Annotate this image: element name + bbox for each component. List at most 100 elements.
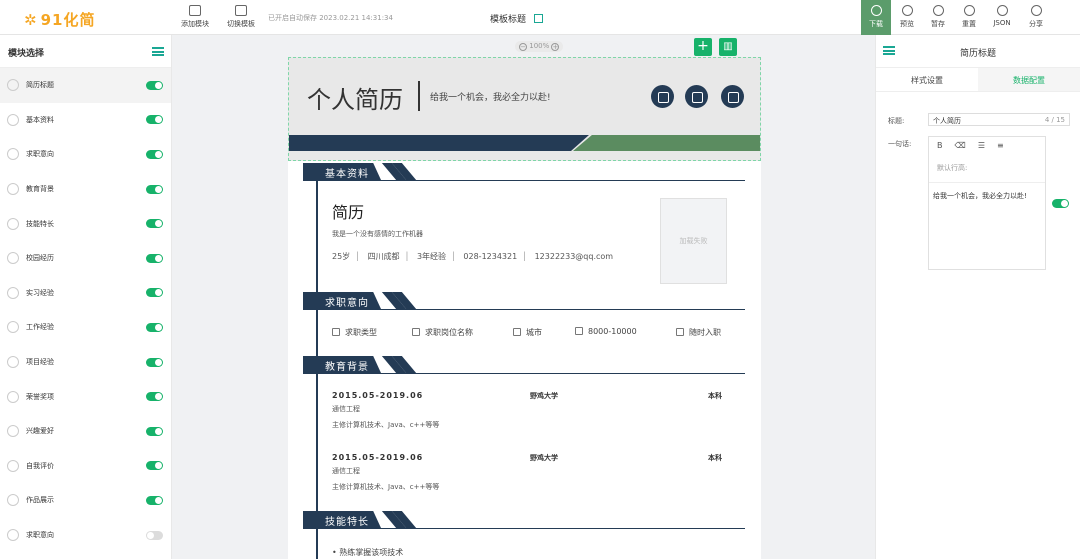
numbered-list-icon[interactable]: ≡ bbox=[997, 141, 1004, 150]
title-field-label: 标题: bbox=[888, 117, 905, 125]
share-button[interactable]: 分享 bbox=[1021, 5, 1051, 29]
module-item[interactable]: 基本资料 bbox=[0, 103, 171, 138]
add-section-button[interactable]: + bbox=[694, 38, 712, 56]
rich-text-editor[interactable]: B ⌫ ☰ ≡ 默认行高: 给我一个机会，我必全力以赴! bbox=[928, 136, 1046, 270]
module-toggle[interactable] bbox=[146, 426, 163, 436]
editor-toolbar: B ⌫ ☰ ≡ bbox=[929, 137, 1045, 155]
candidate-info: 25岁 │ 四川成都 │ 3年经验 │ 028-1234321 │ 12322233@q… bbox=[332, 252, 614, 261]
edu-courses: 主修计算机技术、Java、c++等等 bbox=[332, 483, 440, 491]
bold-icon[interactable]: B bbox=[937, 141, 943, 150]
module-label: 校园经历 bbox=[26, 254, 54, 263]
module-label: 实习经验 bbox=[26, 288, 54, 297]
module-item[interactable]: 技能特长 bbox=[0, 206, 171, 241]
job-salary: 8000-10000 bbox=[575, 327, 637, 336]
download-label: 下载 bbox=[869, 20, 883, 28]
module-label: 工作经验 bbox=[26, 323, 54, 332]
preview-button[interactable]: 预览 bbox=[892, 5, 922, 29]
logo[interactable]: ✲ 91化简 bbox=[24, 9, 95, 30]
zoom-in-icon[interactable]: + bbox=[551, 43, 560, 51]
module-toggle[interactable] bbox=[146, 115, 163, 125]
module-icon bbox=[7, 494, 19, 507]
download-button[interactable]: 下载 bbox=[861, 0, 891, 35]
module-item[interactable]: 自我评价 bbox=[0, 449, 171, 484]
add-module-button[interactable]: 添加模块 bbox=[181, 5, 209, 29]
module-icon bbox=[7, 286, 19, 299]
age: 25岁 bbox=[332, 252, 351, 261]
module-toggle[interactable] bbox=[146, 253, 163, 263]
module-item[interactable]: 工作经验 bbox=[0, 310, 171, 345]
module-toggle[interactable] bbox=[146, 392, 163, 402]
module-toggle[interactable] bbox=[146, 219, 163, 229]
module-toggle[interactable] bbox=[146, 461, 163, 471]
edu-degree: 本科 bbox=[708, 454, 722, 462]
module-label: 兴趣爱好 bbox=[26, 427, 54, 436]
bullet-list-icon[interactable]: ☰ bbox=[978, 141, 985, 150]
reset-label: 重置 bbox=[962, 20, 976, 28]
candidate-intro: 我是一个没有感情的工作机器 bbox=[332, 230, 423, 238]
sentence-toggle[interactable] bbox=[1052, 199, 1069, 208]
eraser-icon[interactable]: ⌫ bbox=[955, 141, 966, 150]
logo-text: 91化简 bbox=[40, 11, 96, 29]
experience: 3年经验 bbox=[416, 252, 447, 261]
reset-button[interactable]: 重置 bbox=[954, 5, 984, 29]
module-label: 作品展示 bbox=[26, 496, 54, 505]
module-toggle[interactable] bbox=[146, 357, 163, 367]
module-toggle[interactable] bbox=[146, 530, 163, 540]
module-item[interactable]: 实习经验 bbox=[0, 276, 171, 311]
module-item[interactable]: 兴趣爱好 bbox=[0, 414, 171, 449]
template-title[interactable]: 模板标题 bbox=[490, 12, 544, 25]
module-panel-title: 模块选择 bbox=[8, 49, 45, 59]
module-item[interactable]: 作品展示 bbox=[0, 483, 171, 518]
cloud-download-icon bbox=[870, 5, 882, 16]
target-icon bbox=[412, 328, 420, 336]
title-input[interactable]: 个人简历 4 / 15 bbox=[928, 113, 1070, 126]
module-toggle[interactable] bbox=[146, 322, 163, 332]
section-label: 技能特长 bbox=[303, 511, 381, 528]
module-icon bbox=[7, 529, 19, 542]
module-toggle[interactable] bbox=[146, 184, 163, 194]
module-toggle[interactable] bbox=[146, 149, 163, 159]
module-toggle[interactable] bbox=[146, 80, 163, 90]
resume-header[interactable]: 个人简历 给我一个机会，我必全力以赴! bbox=[288, 57, 761, 161]
title-divider bbox=[418, 81, 420, 111]
module-item[interactable]: 教育背景 bbox=[0, 172, 171, 207]
json-button[interactable]: JSON bbox=[987, 5, 1017, 27]
module-item[interactable]: 荣誉奖项 bbox=[0, 379, 171, 414]
switch-template-button[interactable]: 切换模板 bbox=[227, 5, 255, 29]
edit-icon[interactable] bbox=[534, 14, 544, 23]
editor-content[interactable]: 给我一个机会，我必全力以赴! bbox=[929, 183, 1045, 209]
char-count: 4 / 15 bbox=[1044, 116, 1065, 124]
module-item[interactable]: 求职意向 bbox=[0, 137, 171, 172]
module-icon bbox=[7, 425, 19, 438]
eye-icon bbox=[901, 5, 913, 16]
graduation-cap-icon bbox=[651, 85, 674, 108]
collapse-menu-icon[interactable] bbox=[883, 46, 895, 55]
candidate-photo[interactable]: 加载失败 bbox=[660, 198, 727, 284]
config-panel: 简历标题 样式设置 数据配置 标题: 个人简历 4 / 15 一句话: B ⌫ ☰ ≡ … bbox=[875, 35, 1080, 559]
module-item[interactable]: 简历标题 bbox=[0, 68, 171, 103]
collapse-menu-icon[interactable] bbox=[152, 47, 164, 56]
inbox-icon bbox=[932, 5, 944, 16]
module-toggle[interactable] bbox=[146, 288, 163, 298]
module-item[interactable]: 求职意向 bbox=[0, 518, 171, 553]
cloud-icon bbox=[996, 5, 1008, 16]
job-availability-text: 随时入职 bbox=[689, 328, 721, 337]
delete-section-button[interactable]: ▥ bbox=[719, 38, 737, 56]
module-toggle[interactable] bbox=[146, 495, 163, 505]
config-tabs: 样式设置 数据配置 bbox=[876, 68, 1080, 92]
tab-style-settings[interactable]: 样式设置 bbox=[876, 68, 978, 91]
config-panel-header: 简历标题 bbox=[876, 35, 1080, 68]
module-label: 简历标题 bbox=[26, 81, 54, 90]
briefcase-icon bbox=[332, 328, 340, 336]
config-panel-title: 简历标题 bbox=[959, 49, 996, 59]
module-icon bbox=[7, 459, 19, 472]
module-item[interactable]: 校园经历 bbox=[0, 241, 171, 276]
zoom-out-icon[interactable]: − bbox=[519, 43, 527, 51]
line-height-select[interactable]: 默认行高: bbox=[929, 155, 1045, 183]
tab-data-config[interactable]: 数据配置 bbox=[978, 68, 1080, 91]
save-draft-button[interactable]: 暂存 bbox=[923, 5, 953, 29]
module-label: 求职意向 bbox=[26, 531, 54, 540]
module-item[interactable]: 项目经验 bbox=[0, 345, 171, 380]
location: 四川成都 bbox=[367, 252, 400, 261]
section-rule bbox=[303, 180, 745, 181]
